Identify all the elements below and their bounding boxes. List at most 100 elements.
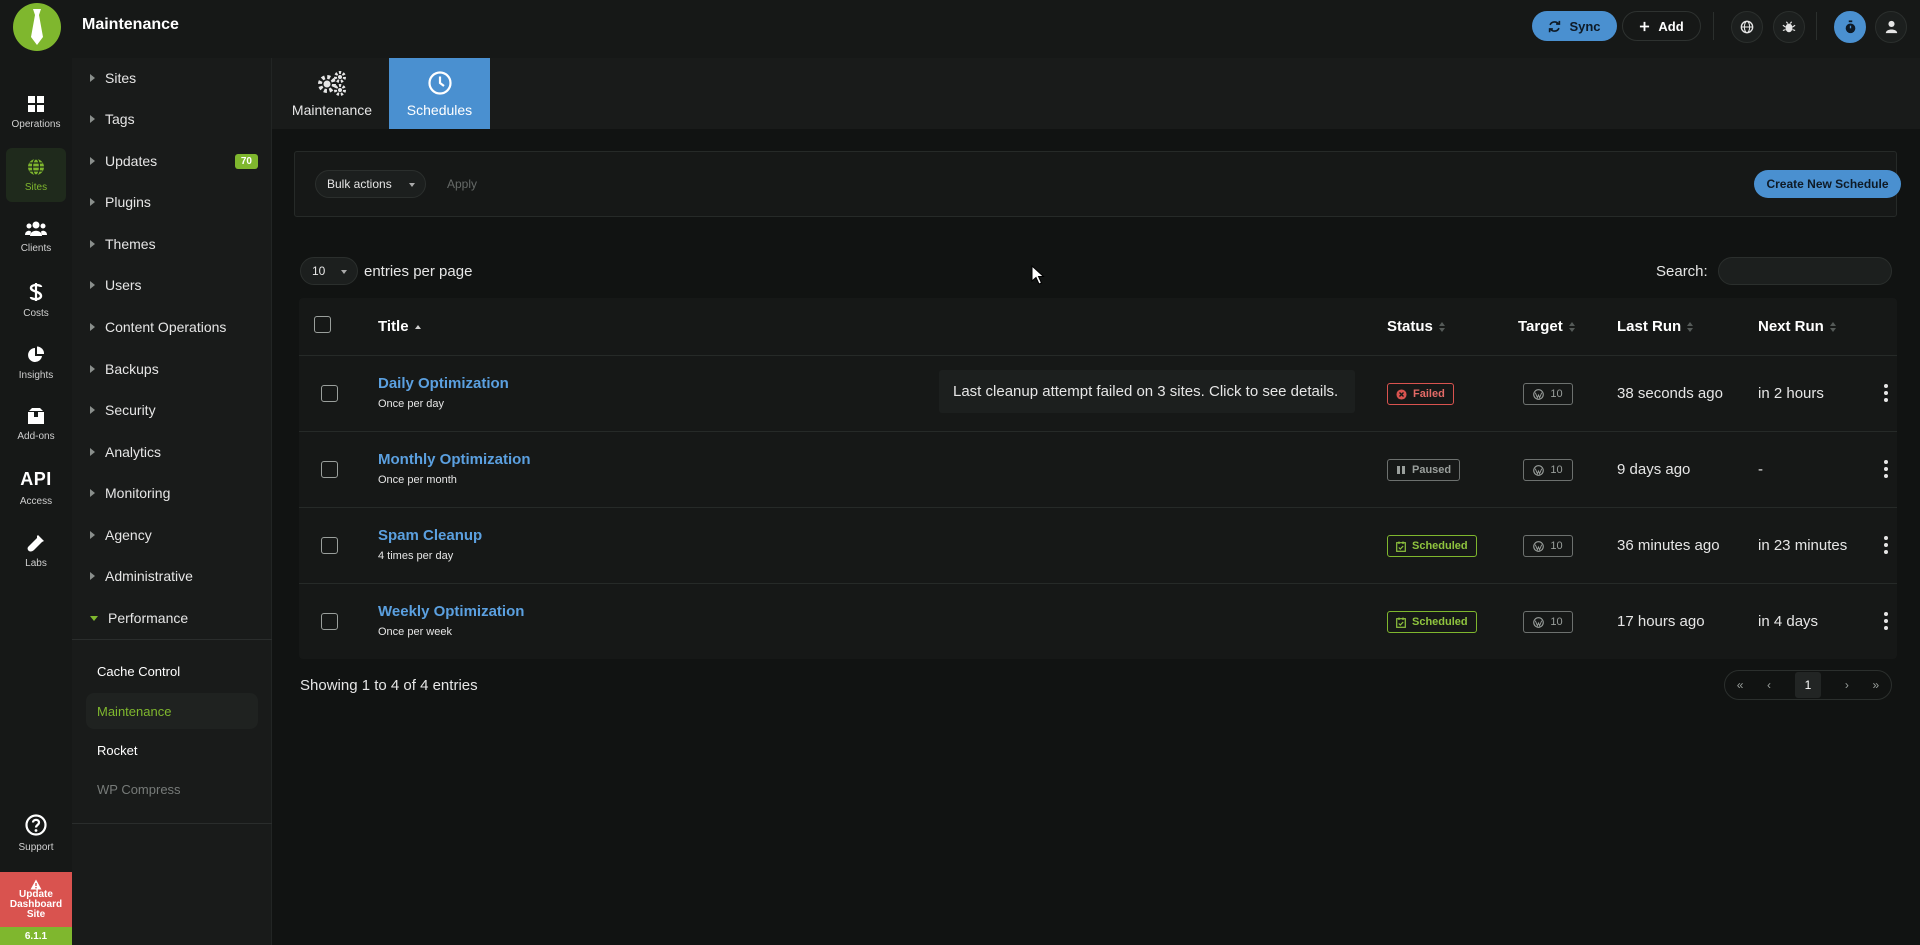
status-badge[interactable]: Scheduled — [1387, 535, 1477, 557]
last-page-button[interactable]: » — [1872, 678, 1879, 692]
row-actions-icon[interactable] — [1884, 460, 1888, 478]
sidebar-item-themes[interactable]: Themes — [72, 224, 272, 264]
sidebar-item-label: Security — [105, 402, 156, 418]
api-icon: API — [20, 469, 52, 489]
rail-item-add-ons[interactable]: Add-ons — [6, 397, 66, 451]
row-checkbox[interactable] — [321, 537, 338, 554]
globe-button[interactable] — [1731, 11, 1763, 43]
current-page-button[interactable]: 1 — [1794, 672, 1822, 698]
sidebar-item-tags[interactable]: Tags — [72, 99, 272, 139]
sort-icon — [1687, 321, 1694, 332]
first-page-button[interactable]: « — [1737, 678, 1744, 692]
caret-right-icon — [90, 240, 95, 248]
sidebar-item-users[interactable]: Users — [72, 265, 272, 305]
sidebar-item-sites[interactable]: Sites — [72, 58, 272, 98]
row-checkbox[interactable] — [321, 385, 338, 402]
bug-button[interactable] — [1773, 11, 1805, 43]
column-header-last-run[interactable]: Last Run — [1617, 318, 1694, 335]
chevron-down-icon — [409, 183, 415, 187]
rail-item-sites[interactable]: Sites — [6, 148, 66, 202]
failure-tooltip[interactable]: Last cleanup attempt failed on 3 sites. … — [939, 370, 1355, 413]
select-all-checkbox[interactable] — [314, 316, 331, 333]
sidebar-subitem-maintenance[interactable]: Maintenance — [86, 693, 258, 729]
sort-icon — [1438, 321, 1445, 332]
rail-item-support[interactable]: Support — [6, 806, 66, 860]
sidebar-item-analytics[interactable]: Analytics — [72, 432, 272, 472]
next-page-button[interactable]: › — [1845, 678, 1849, 692]
entries-per-page-select[interactable]: 10 — [300, 257, 358, 285]
rail-item-labs[interactable]: Labs — [6, 524, 66, 578]
grid-icon — [28, 95, 44, 112]
rail-item-operations[interactable]: Operations — [6, 85, 66, 139]
sidebar-subitem-cache-control[interactable]: Cache Control — [86, 653, 258, 689]
row-checkbox[interactable] — [321, 461, 338, 478]
sidebar-item-updates[interactable]: Updates 70 — [72, 141, 272, 181]
target-badge[interactable]: 10 — [1523, 383, 1573, 405]
apply-button[interactable]: Apply — [447, 177, 477, 191]
sidebar-item-agency[interactable]: Agency — [72, 515, 272, 555]
sync-button[interactable]: Sync — [1532, 11, 1617, 41]
target-badge[interactable]: 10 — [1523, 459, 1573, 481]
sidebar-item-label: Plugins — [105, 194, 151, 210]
rail-label: Support — [18, 841, 54, 853]
row-checkbox[interactable] — [321, 613, 338, 630]
schedule-title-link[interactable]: Spam Cleanup — [378, 527, 482, 544]
table-row: Daily Optimization Once per day Last cle… — [299, 356, 1897, 432]
sidebar-subitem-wp-compress[interactable]: WP Compress — [86, 771, 258, 807]
schedule-frequency: Once per month — [378, 474, 457, 486]
sync-label: Sync — [1569, 18, 1601, 34]
sidebar-item-security[interactable]: Security — [72, 390, 272, 430]
logo[interactable] — [13, 3, 61, 51]
sidebar: Sites Tags Updates 70 Plugins Themes User… — [72, 58, 272, 945]
row-actions-icon[interactable] — [1884, 612, 1888, 630]
target-badge[interactable]: 10 — [1523, 535, 1573, 557]
add-button[interactable]: Add — [1622, 11, 1701, 41]
sidebar-item-administrative[interactable]: Administrative — [72, 556, 272, 596]
column-header-title[interactable]: Title — [378, 318, 421, 335]
update-dashboard-button[interactable]: Update Dashboard Site — [0, 872, 72, 927]
prev-page-button[interactable]: ‹ — [1767, 678, 1771, 692]
create-new-schedule-button[interactable]: Create New Schedule — [1754, 170, 1901, 198]
column-header-next-run[interactable]: Next Run — [1758, 318, 1836, 335]
rail-item-costs[interactable]: Costs — [6, 273, 66, 327]
caret-right-icon — [90, 198, 95, 206]
sidebar-item-label: Monitoring — [105, 485, 171, 501]
help-icon — [25, 813, 47, 836]
update-label: Site — [26, 909, 46, 920]
caret-down-icon — [90, 615, 98, 621]
sidebar-item-backups[interactable]: Backups — [72, 349, 272, 389]
sidebar-item-performance[interactable]: Performance — [72, 598, 272, 638]
column-header-target[interactable]: Target — [1518, 318, 1575, 335]
timer-button[interactable] — [1834, 11, 1866, 43]
sidebar-item-content-operations[interactable]: Content Operations — [72, 307, 272, 347]
rail-item-clients[interactable]: Clients — [6, 210, 66, 264]
row-actions-icon[interactable] — [1884, 536, 1888, 554]
last-run: 17 hours ago — [1617, 613, 1705, 630]
bulk-actions-select[interactable]: Bulk actions — [315, 170, 426, 198]
column-header-label: Title — [378, 318, 409, 335]
search-input[interactable] — [1718, 257, 1892, 285]
sidebar-subitem-rocket[interactable]: Rocket — [86, 732, 258, 768]
row-actions-icon[interactable] — [1884, 384, 1888, 402]
status-badge[interactable]: Scheduled — [1387, 611, 1477, 633]
schedule-title-link[interactable]: Daily Optimization — [378, 375, 509, 392]
column-header-status[interactable]: Status — [1387, 318, 1445, 335]
schedule-title-link[interactable]: Monthly Optimization — [378, 451, 530, 468]
target-badge[interactable]: 10 — [1523, 611, 1573, 633]
user-menu-button[interactable] — [1875, 11, 1907, 43]
sidebar-item-plugins[interactable]: Plugins — [72, 182, 272, 222]
schedule-title-link[interactable]: Weekly Optimization — [378, 603, 524, 620]
status-badge[interactable]: Paused — [1387, 459, 1461, 481]
sidebar-item-monitoring[interactable]: Monitoring — [72, 473, 272, 513]
column-header-label: Last Run — [1617, 318, 1682, 335]
tab-maintenance[interactable]: Maintenance — [284, 58, 380, 129]
rail-item-insights[interactable]: Insights — [6, 336, 66, 390]
stopwatch-icon — [1845, 20, 1855, 34]
target-count: 10 — [1550, 388, 1563, 400]
tab-schedules[interactable]: Schedules — [389, 58, 490, 129]
clock-icon — [427, 70, 452, 95]
rail-item-access[interactable]: API Access — [6, 461, 66, 515]
status-badge[interactable]: Failed — [1387, 383, 1454, 405]
sidebar-item-label: Content Operations — [105, 319, 227, 335]
chevron-down-icon — [341, 270, 347, 274]
